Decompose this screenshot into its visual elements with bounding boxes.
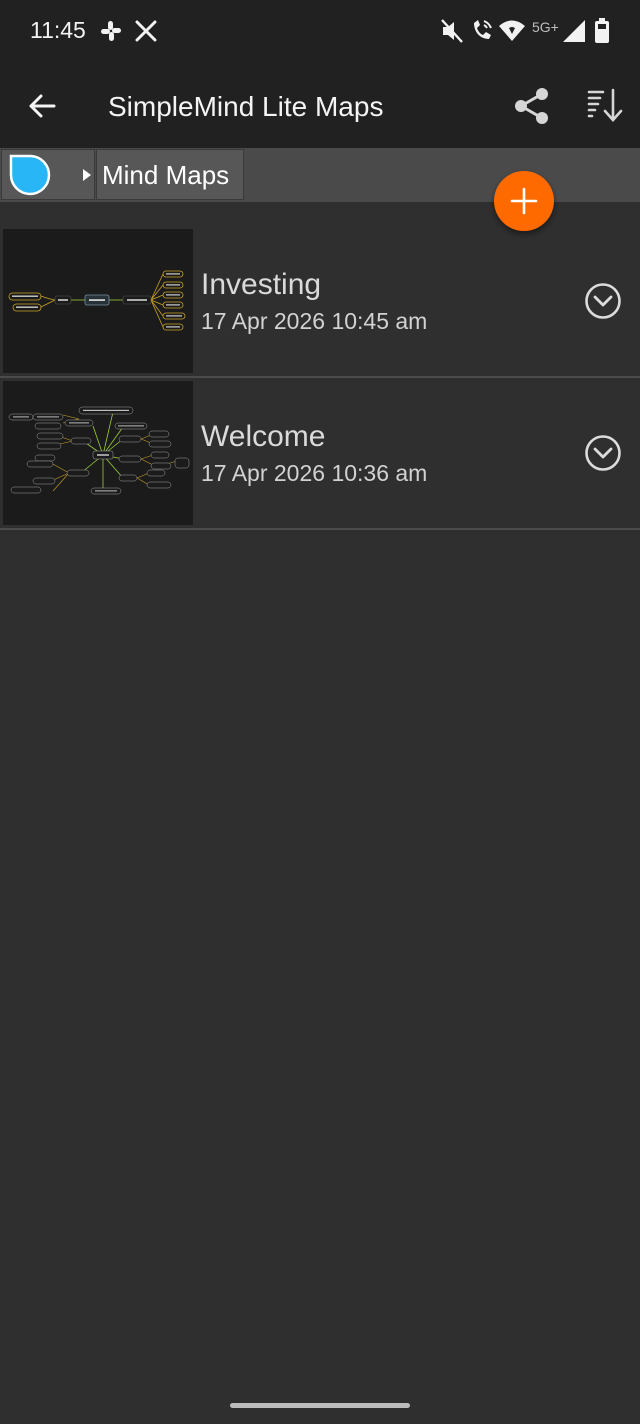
status-time: 11:45 xyxy=(30,17,86,43)
map-list: Investing 17 Apr 2026 10:45 am Welcome 1… xyxy=(0,226,640,530)
caret-right-icon xyxy=(83,169,91,181)
network-type-label: 5G+ xyxy=(532,19,559,35)
map-name: Investing xyxy=(201,268,322,301)
home-indicator[interactable] xyxy=(230,1403,410,1408)
map-date: 17 Apr 2026 10:36 am xyxy=(201,460,428,486)
x-icon xyxy=(135,20,157,42)
sort-icon[interactable] xyxy=(584,86,624,126)
battery-icon xyxy=(595,18,609,43)
mute-icon xyxy=(441,19,463,43)
map-date: 17 Apr 2026 10:45 am xyxy=(201,308,428,334)
breadcrumb-root-button[interactable] xyxy=(1,149,95,200)
app-bar: SimpleMind Lite Maps xyxy=(0,64,640,148)
app-title: SimpleMind Lite Maps xyxy=(108,91,384,122)
back-arrow-icon[interactable] xyxy=(26,90,58,122)
slack-icon xyxy=(101,21,121,41)
add-map-button[interactable] xyxy=(494,171,554,231)
plus-icon xyxy=(510,187,538,215)
map-thumbnail-welcome xyxy=(3,381,193,525)
wifi-calling-icon xyxy=(474,20,492,39)
breadcrumb-current-label: Mind Maps xyxy=(102,160,230,190)
status-bar: 11:45 5G+ xyxy=(0,0,640,64)
share-icon[interactable] xyxy=(512,86,552,126)
map-list-item[interactable]: Welcome 17 Apr 2026 10:36 am xyxy=(0,378,640,530)
breadcrumb-current[interactable]: Mind Maps xyxy=(96,149,244,200)
simplemind-logo-icon xyxy=(9,154,51,196)
chevron-down-circle-icon[interactable] xyxy=(584,282,622,320)
cellular-signal-icon xyxy=(563,20,585,42)
map-list-item[interactable]: Investing 17 Apr 2026 10:45 am xyxy=(0,226,640,378)
map-name: Welcome xyxy=(201,420,326,453)
chevron-down-circle-icon[interactable] xyxy=(584,434,622,472)
wifi-icon xyxy=(499,20,525,41)
app-root: 11:45 5G+ SimpleMind Lite Maps Mind Maps… xyxy=(0,0,640,1424)
map-thumbnail-investing xyxy=(3,229,193,373)
